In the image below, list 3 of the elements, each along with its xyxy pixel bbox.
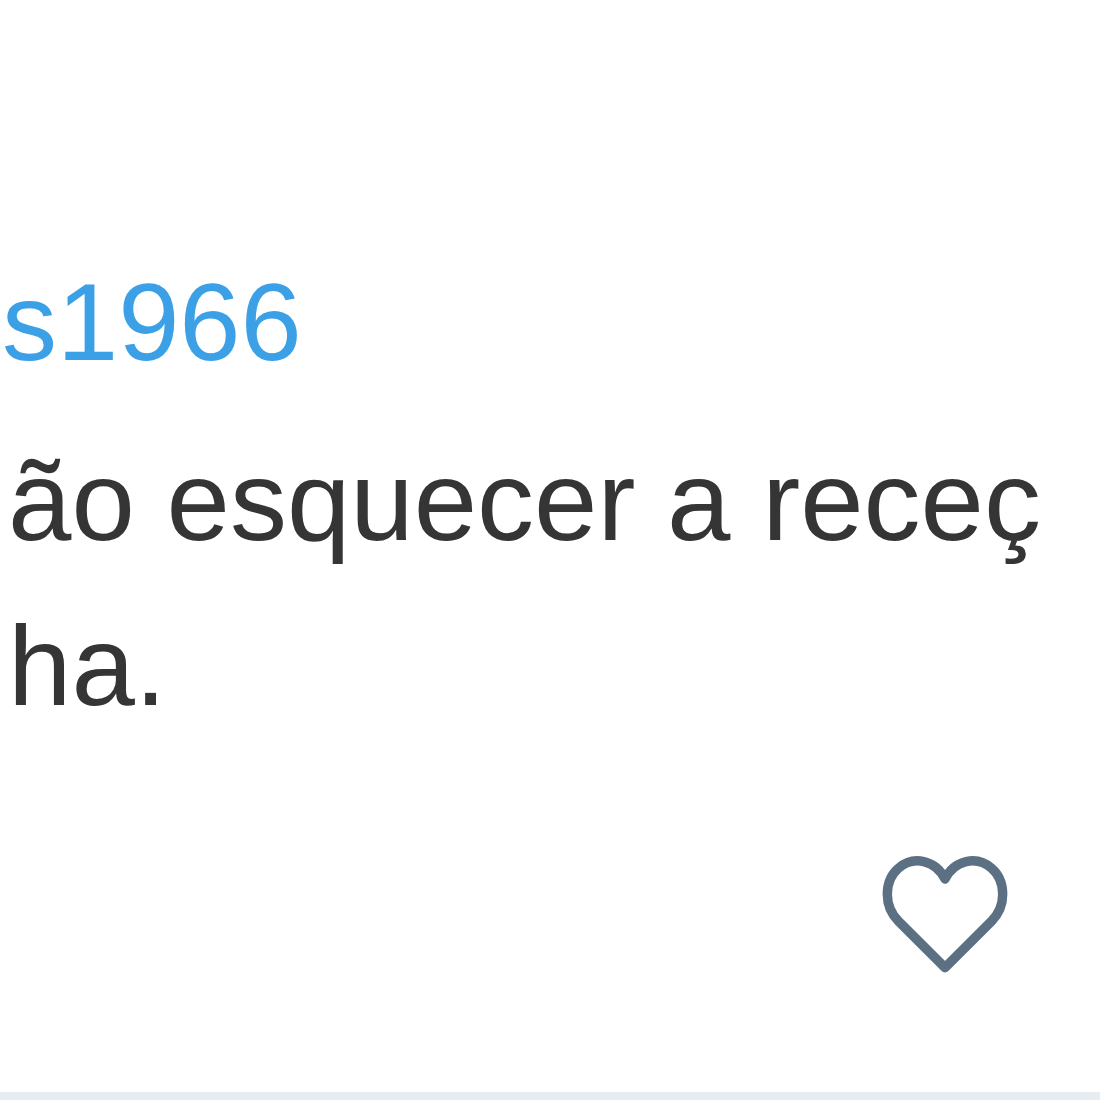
username-link[interactable]: s1966	[2, 259, 302, 385]
reply-text: ão esquecer a receç ha.	[8, 436, 1041, 731]
heart-icon[interactable]	[880, 855, 1010, 974]
